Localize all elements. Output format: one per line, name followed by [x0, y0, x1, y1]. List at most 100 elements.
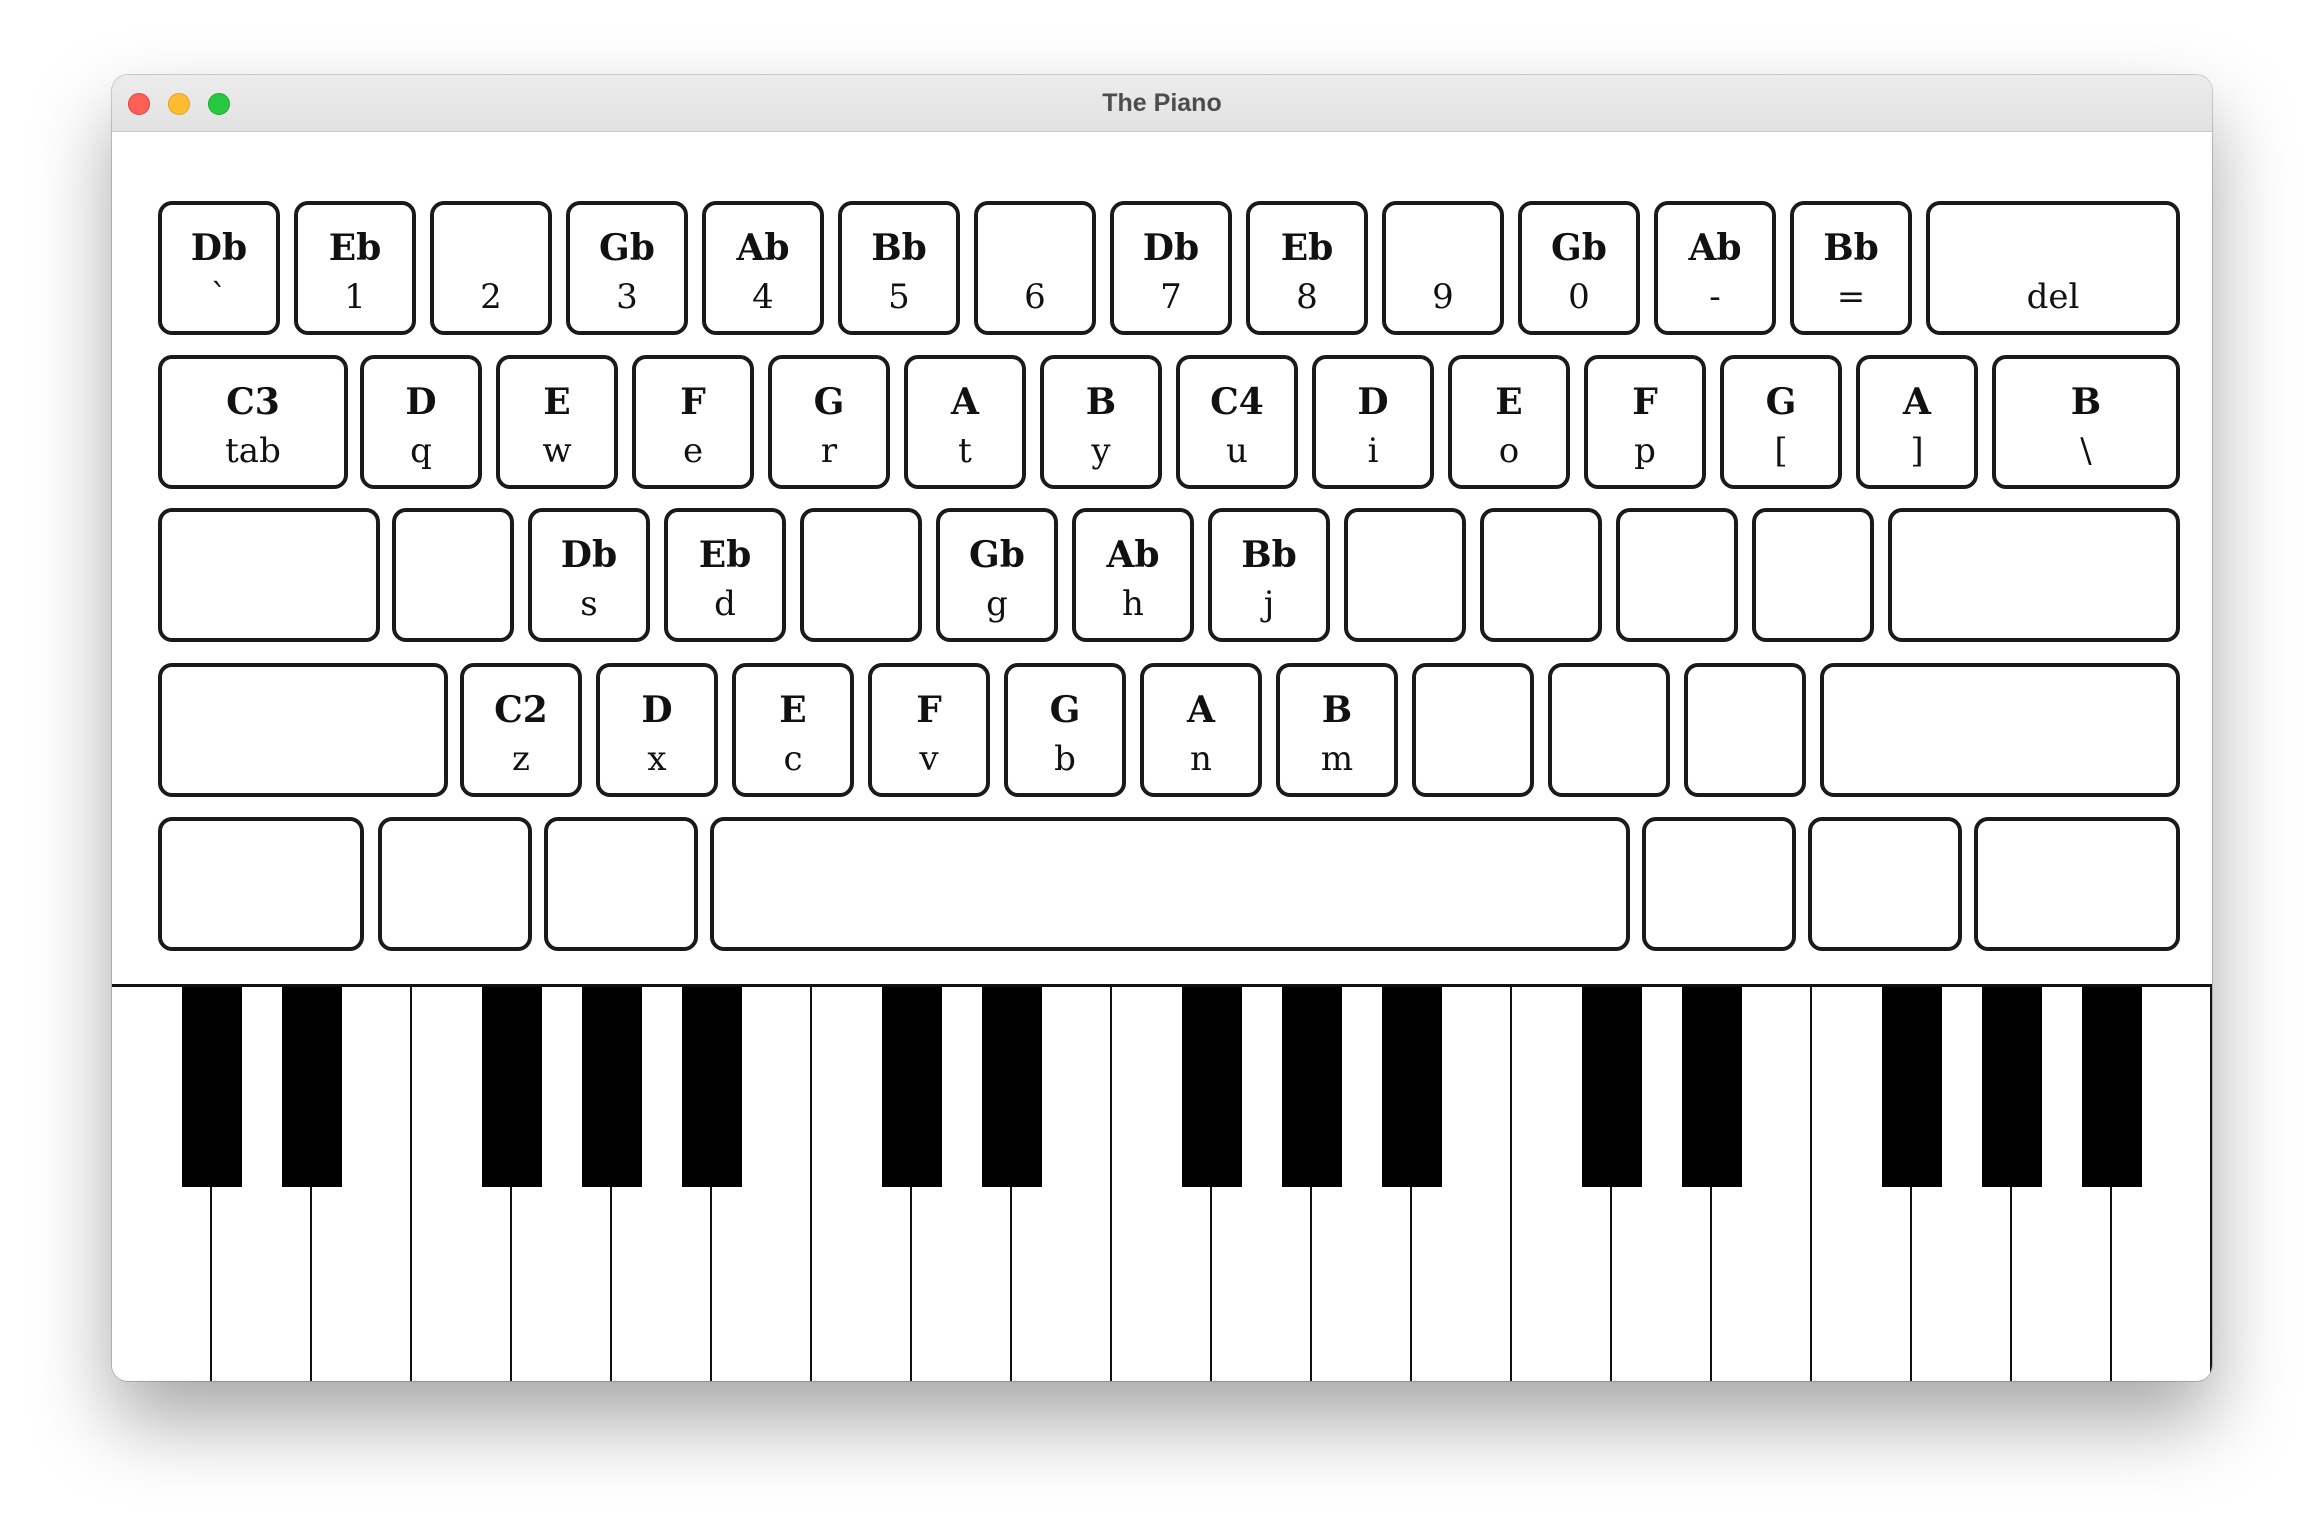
- piano-black-key[interactable]: [582, 987, 642, 1187]
- key-character-label: u: [1226, 431, 1248, 471]
- key-character-label: y: [1091, 431, 1111, 471]
- key-character-label: 5: [888, 277, 910, 317]
- keyboard-key[interactable]: A]: [1856, 355, 1978, 489]
- piano-black-key[interactable]: [1382, 987, 1442, 1187]
- key-note-label: A: [1903, 381, 1931, 423]
- keyboard-key[interactable]: Db `: [158, 201, 280, 335]
- piano-black-key[interactable]: [1182, 987, 1242, 1187]
- key-character-label: 0: [1568, 277, 1590, 317]
- piano-black-key[interactable]: [882, 987, 942, 1187]
- keyboard-key[interactable]: Gb: [1004, 663, 1126, 797]
- key-character-label: b: [1054, 739, 1076, 779]
- piano-black-key[interactable]: [1582, 987, 1642, 1187]
- keyboard-key[interactable]: [1480, 508, 1602, 642]
- keyboard-key[interactable]: Di: [1312, 355, 1434, 489]
- key-note-label: Eb: [328, 227, 382, 269]
- keyboard-key[interactable]: [544, 817, 698, 951]
- piano-black-key[interactable]: [182, 987, 242, 1187]
- key-note-label: Db: [190, 227, 248, 269]
- keyboard-key[interactable]: Ab h: [1072, 508, 1194, 642]
- keyboard-key[interactable]: [1344, 508, 1466, 642]
- keyboard-key[interactable]: By: [1040, 355, 1162, 489]
- keyboard-key[interactable]: Gr: [768, 355, 890, 489]
- keyboard-key[interactable]: Db 7: [1110, 201, 1232, 335]
- keyboard-key[interactable]: C4 u: [1176, 355, 1298, 489]
- key-character-label: o: [1498, 431, 1520, 471]
- keyboard-key[interactable]: C3 tab: [158, 355, 348, 489]
- keyboard-key[interactable]: [158, 817, 364, 951]
- title-bar[interactable]: The Piano: [112, 75, 2212, 132]
- keyboard-key[interactable]: [1642, 817, 1796, 951]
- keyboard-key[interactable]: del: [1926, 201, 2180, 335]
- keyboard-key[interactable]: 9: [1382, 201, 1504, 335]
- key-character-label: tab: [225, 431, 281, 471]
- keyboard-key[interactable]: An: [1140, 663, 1262, 797]
- keyboard-key[interactable]: Gb 3: [566, 201, 688, 335]
- keyboard-key[interactable]: Db s: [528, 508, 650, 642]
- keyboard-key[interactable]: Eb d: [664, 508, 786, 642]
- keyboard-key[interactable]: Bb =: [1790, 201, 1912, 335]
- keyboard-key[interactable]: [158, 663, 448, 797]
- piano-black-key[interactable]: [2082, 987, 2142, 1187]
- key-character-label: 4: [752, 277, 774, 317]
- keyboard-key[interactable]: Gb 0: [1518, 201, 1640, 335]
- keyboard-key[interactable]: Ab -: [1654, 201, 1776, 335]
- keyboard-key[interactable]: [1808, 817, 1962, 951]
- key-character-label: 8: [1296, 277, 1318, 317]
- key-note-label: D: [1357, 381, 1389, 423]
- keyboard-key[interactable]: G[: [1720, 355, 1842, 489]
- keyboard-key[interactable]: Ab 4: [702, 201, 824, 335]
- key-note-label: C3: [226, 381, 280, 423]
- keyboard-key[interactable]: Bm: [1276, 663, 1398, 797]
- keyboard-key[interactable]: At: [904, 355, 1026, 489]
- keyboard-key[interactable]: B \: [1992, 355, 2180, 489]
- keyboard-key[interactable]: 6: [974, 201, 1096, 335]
- keyboard-key[interactable]: Gb g: [936, 508, 1058, 642]
- key-note-label: B: [1085, 381, 1117, 423]
- keyboard-key[interactable]: Bb j: [1208, 508, 1330, 642]
- keyboard-key[interactable]: Fe: [632, 355, 754, 489]
- keyboard-key[interactable]: [1412, 663, 1534, 797]
- piano-black-key[interactable]: [1882, 987, 1942, 1187]
- keyboard-key[interactable]: [1616, 508, 1738, 642]
- keyboard-key[interactable]: 2: [430, 201, 552, 335]
- keyboard-key[interactable]: Eo: [1448, 355, 1570, 489]
- keyboard-key[interactable]: [1820, 663, 2180, 797]
- keyboard-key[interactable]: Eb 1: [294, 201, 416, 335]
- keyboard-key[interactable]: Fv: [868, 663, 990, 797]
- keyboard-key[interactable]: [158, 508, 380, 642]
- key-character-label: r: [820, 431, 838, 471]
- keyboard-key[interactable]: [392, 508, 514, 642]
- piano-black-key[interactable]: [1682, 987, 1742, 1187]
- key-note-label: D: [405, 381, 437, 423]
- piano-black-key[interactable]: [1982, 987, 2042, 1187]
- keyboard-key[interactable]: Fp: [1584, 355, 1706, 489]
- piano-black-key[interactable]: [982, 987, 1042, 1187]
- keyboard-key[interactable]: Ew: [496, 355, 618, 489]
- piano-black-key[interactable]: [282, 987, 342, 1187]
- keyboard-key[interactable]: [1974, 817, 2180, 951]
- keyboard-key[interactable]: [1684, 663, 1806, 797]
- key-character-label: t: [958, 431, 972, 471]
- keyboard-key[interactable]: Ec: [732, 663, 854, 797]
- keyboard-key[interactable]: C2 z: [460, 663, 582, 797]
- keyboard-key[interactable]: [800, 508, 922, 642]
- keyboard-key[interactable]: Dx: [596, 663, 718, 797]
- keyboard-key[interactable]: [1888, 508, 2180, 642]
- window-title: The Piano: [1102, 89, 1222, 117]
- key-character-label: d: [714, 584, 736, 624]
- piano-black-key[interactable]: [1282, 987, 1342, 1187]
- keyboard-key[interactable]: Eb 8: [1246, 201, 1368, 335]
- piano-black-key[interactable]: [682, 987, 742, 1187]
- key-character-label: [: [1774, 431, 1788, 471]
- key-note-label: G: [1049, 689, 1081, 731]
- key-character-label: \: [2080, 431, 2092, 471]
- keyboard-key[interactable]: Dq: [360, 355, 482, 489]
- key-note-label: Eb: [1280, 227, 1334, 269]
- piano-black-key[interactable]: [482, 987, 542, 1187]
- keyboard-key[interactable]: [378, 817, 532, 951]
- keyboard-key[interactable]: Bb 5: [838, 201, 960, 335]
- keyboard-key[interactable]: [1548, 663, 1670, 797]
- keyboard-key[interactable]: [1752, 508, 1874, 642]
- keyboard-key[interactable]: [710, 817, 1630, 951]
